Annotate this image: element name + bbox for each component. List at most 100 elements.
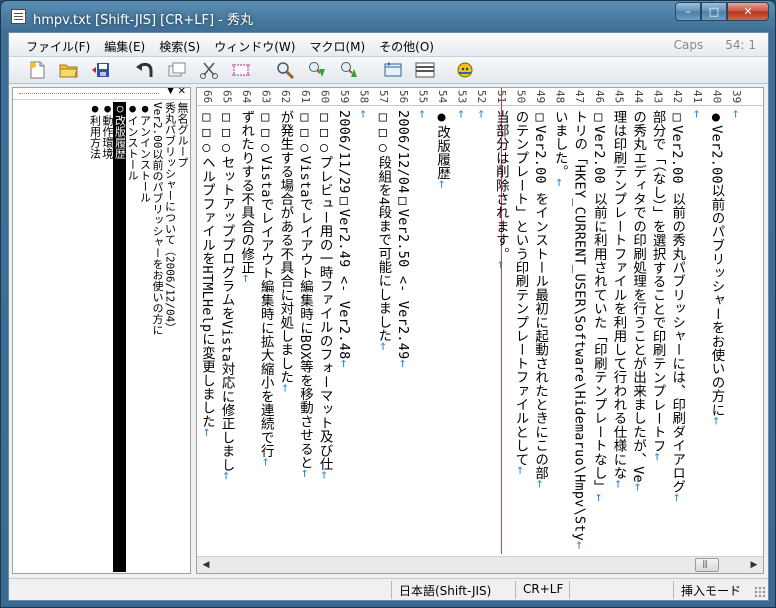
line-text: □□○段組を4段まで可能にしました [375,110,391,343]
search-icon[interactable] [275,61,297,81]
undo-icon[interactable] [135,61,157,81]
line-text: 理は印刷テンプレートファイルを利用して行われる仕様にな [610,110,626,480]
line-number: 59 [338,90,351,104]
line-text: □□○Vistaでレイアウト編集時に拡大縮小を連続で行 [257,110,273,459]
text-line[interactable]: ← [471,110,491,550]
scroll-right-icon[interactable]: ▶ [746,558,762,573]
text-line[interactable]: □□○ヘルプファイルをHTMLHelpに変更しました← [197,110,216,550]
line-text: □Ver2.00 以前の秀丸パブリッシャーには、印刷ダイアログ [669,110,685,494]
newline-mark: ← [434,180,450,189]
menu-macro[interactable]: マクロ(M) [302,38,372,55]
text-line[interactable]: の秀丸エディタでの印刷処理を行うことが出来ましたが、Ve← [627,110,647,550]
line-number: 45 [612,90,626,104]
cut-icon[interactable] [199,61,221,81]
encoding-status[interactable]: 日本語(Shift-JIS) [399,582,491,598]
new-file-icon[interactable] [27,61,49,81]
line-text: □□○Vistaでレイアウト編集時にBOX等を移動させると [296,110,312,470]
outline-icon[interactable] [383,61,405,81]
newline-mark: ← [512,466,528,475]
menu-other[interactable]: その他(O) [372,38,441,55]
close-button[interactable]: ✕ [727,2,769,21]
linefeed-status[interactable]: CR+LF [523,582,563,598]
newline-mark: ← [688,110,704,119]
outline-pane: ▼ ✕ 無名グループ 秀丸パブリッシャーについて（2006/12/04） Ver… [12,87,191,574]
line-number: 41 [690,90,704,104]
text-line[interactable]: ●改版履歴← [432,110,452,550]
text-line[interactable]: □□○プレビュー用の一時ファイルのフォーマット及び仕← [314,110,334,550]
menu-file[interactable]: ファイル(F) [19,38,97,55]
text-line[interactable]: □□○段組を4段まで可能にしました← [373,110,393,550]
text-line[interactable]: 2006/12/04□Ver2.50 <- Ver2.49← [392,110,412,550]
newline-mark: ← [277,384,293,393]
outline-item[interactable]: ●利用方法 [88,102,102,572]
line-number: 50 [514,90,528,104]
text-line[interactable]: ← [412,110,432,550]
line-number: 55 [416,90,430,104]
menu-search[interactable]: 検索(S) [152,38,207,55]
line-number: 64 [240,90,253,104]
outline-item[interactable]: ●アンインストール [138,102,152,572]
newline-mark: ← [218,471,234,481]
minimize-button[interactable]: – [675,2,701,21]
search-down-icon[interactable] [307,61,329,81]
text-line[interactable]: のテンプレート」という印刷テンプレートファイルとして← [510,110,530,550]
outline-item-selected[interactable]: ○改版履歴 [113,102,127,572]
text-line[interactable]: ← [686,110,706,550]
search-up-icon[interactable] [339,61,361,81]
outline-item[interactable]: 無名グループ [176,102,189,572]
split-window-icon[interactable] [415,61,437,81]
line-number: 46 [592,90,606,104]
text-line[interactable]: が発生する場合がある不具合に対処しました← [275,110,295,550]
resize-grip[interactable] [754,586,766,598]
text-line[interactable]: ← [353,110,373,550]
newline-mark: ← [296,469,312,478]
text-editor[interactable]: 39 40 41 42 43 44 45 46 47 48 49 50 51 52 53 54 55 56 57 58… [196,87,764,574]
outline-item[interactable]: 秀丸パブリッシャーについて（2006/12/04） [163,102,177,572]
text-line[interactable]: 2006/11/29□Ver2.49 <- Ver2.48← [334,110,354,550]
close-icon[interactable]: ✕ [178,88,186,97]
newline-mark: ← [453,110,469,119]
outline-item[interactable]: Ver2.00以前のパブリッシャーをお使いの方に [151,102,164,572]
text-line[interactable]: □Ver2.00 以前の秀丸パブリッシャーには、印刷ダイアログ← [667,110,687,550]
dropdown-arrow-icon[interactable]: ▼ [167,88,174,96]
horizontal-scrollbar[interactable]: ◀ ▶ [197,556,763,573]
text-line[interactable]: トリの「HKEY_CURRENT_USER\Software\Hidemaruo… [569,110,589,550]
save-icon[interactable] [91,61,113,81]
line-text: ●Ver2.00以前のパブリッシャーをお使いの方に [708,110,724,417]
text-line[interactable]: □□○Vistaでレイアウト編集時に拡大縮小を連続で行← [255,110,275,550]
copy-icon[interactable] [167,61,189,81]
maximize-button[interactable]: □ [701,2,727,21]
open-folder-icon[interactable] [59,61,81,81]
menu-window[interactable]: ウィンドウ(W) [207,38,302,55]
scroll-left-icon[interactable]: ◀ [198,558,214,573]
text-line[interactable]: □□○セットアッププログラムをVista対応に修正しまし← [216,110,236,550]
text-line[interactable]: □□○Vistaでレイアウト編集時にBOX等を移動させると← [294,110,314,550]
text-line[interactable]: ●Ver2.00以前のパブリッシャーをお使いの方に← [706,110,726,550]
text-line[interactable]: □Ver2.00 以前に利用されていた「印刷テンプレートなし」← [588,110,608,550]
outline-item[interactable]: ●インストール [126,102,139,572]
newline-mark: ← [571,541,587,550]
editor-text[interactable]: ← ●Ver2.00以前のパブリッシャーをお使いの方に← ← □Ver2.00 以前の… [197,110,745,550]
text-line[interactable]: □Ver2.00 をインストール最初に起動されたときにこの部← [529,110,549,550]
line-number: 49 [534,90,547,104]
text-line[interactable]: ← [725,110,745,550]
text-line[interactable]: ← [451,110,471,550]
scroll-thumb[interactable] [695,558,719,572]
cursor-position: 54: 1 [725,38,756,52]
help-icon[interactable] [455,61,477,81]
menu-status: Caps 54: 1 [674,38,756,52]
newline-mark: ← [630,482,646,492]
line-text: トリの「HKEY_CURRENT_USER\Software\Hidemaruo… [571,110,587,542]
text-line[interactable]: ずれたりする不具合の修正← [236,110,256,550]
text-line[interactable]: 部分で「（なし）」を選択することで印刷テンプレートフ← [647,110,667,550]
text-line[interactable]: 当部分は削除されます。← [490,110,510,550]
newline-mark: ← [238,274,254,283]
title-bar[interactable]: hmpv.txt [Shift-JIS] [CR+LF] - 秀丸 – □ ✕ [1,1,775,31]
menu-edit[interactable]: 編集(E) [97,38,152,55]
paste-icon[interactable] [231,61,253,81]
caps-indicator: Caps [673,38,704,52]
newline-mark: ← [336,359,352,368]
text-line[interactable]: 理は印刷テンプレートファイルを利用して行われる仕様にな← [608,110,628,550]
outline-item[interactable]: ●動作環境 [101,102,114,572]
text-line[interactable]: いました。← [549,110,569,550]
